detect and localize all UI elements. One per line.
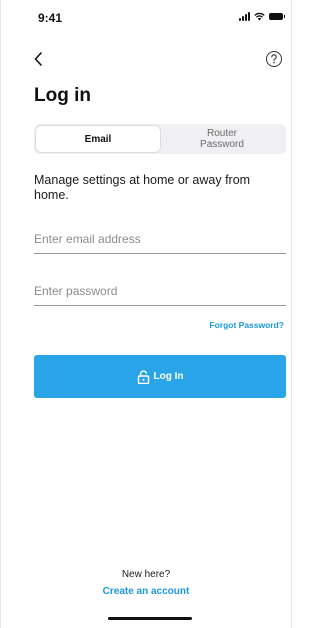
status-icons — [239, 12, 285, 21]
tab-email-label: Email — [84, 133, 112, 145]
back-button[interactable] — [32, 49, 48, 69]
tab-router-password-label: Router Password — [200, 128, 244, 150]
question-circle-icon — [266, 51, 282, 67]
status-time: 9:41 — [38, 11, 63, 25]
tab-email[interactable]: Email — [36, 126, 160, 152]
home-indicator — [108, 617, 192, 620]
signal-icon — [239, 12, 250, 21]
login-screen: 9:41 Log in Email Router Password Manage… — [0, 0, 292, 628]
lock-open-icon — [137, 369, 149, 384]
login-button-label: Log In — [153, 371, 184, 382]
battery-icon — [269, 13, 285, 20]
help-button[interactable] — [265, 50, 283, 68]
page-title: Log in — [34, 85, 91, 106]
password-field[interactable] — [34, 276, 286, 306]
new-here-text: New here? — [121, 569, 171, 580]
login-method-tabs: Email Router Password — [34, 124, 286, 154]
status-bar: 9:41 — [1, 0, 291, 36]
email-field[interactable] — [34, 224, 286, 254]
login-button[interactable]: Log In — [34, 355, 286, 398]
wifi-icon — [254, 12, 265, 21]
chevron-left-icon — [34, 52, 42, 66]
tab-router-password[interactable]: Router Password — [160, 126, 284, 152]
create-account-link[interactable]: Create an account — [1, 586, 291, 597]
forgot-password-link[interactable]: Forgot Password? — [209, 320, 284, 330]
description-text: Manage settings at home or away from hom… — [34, 173, 251, 202]
